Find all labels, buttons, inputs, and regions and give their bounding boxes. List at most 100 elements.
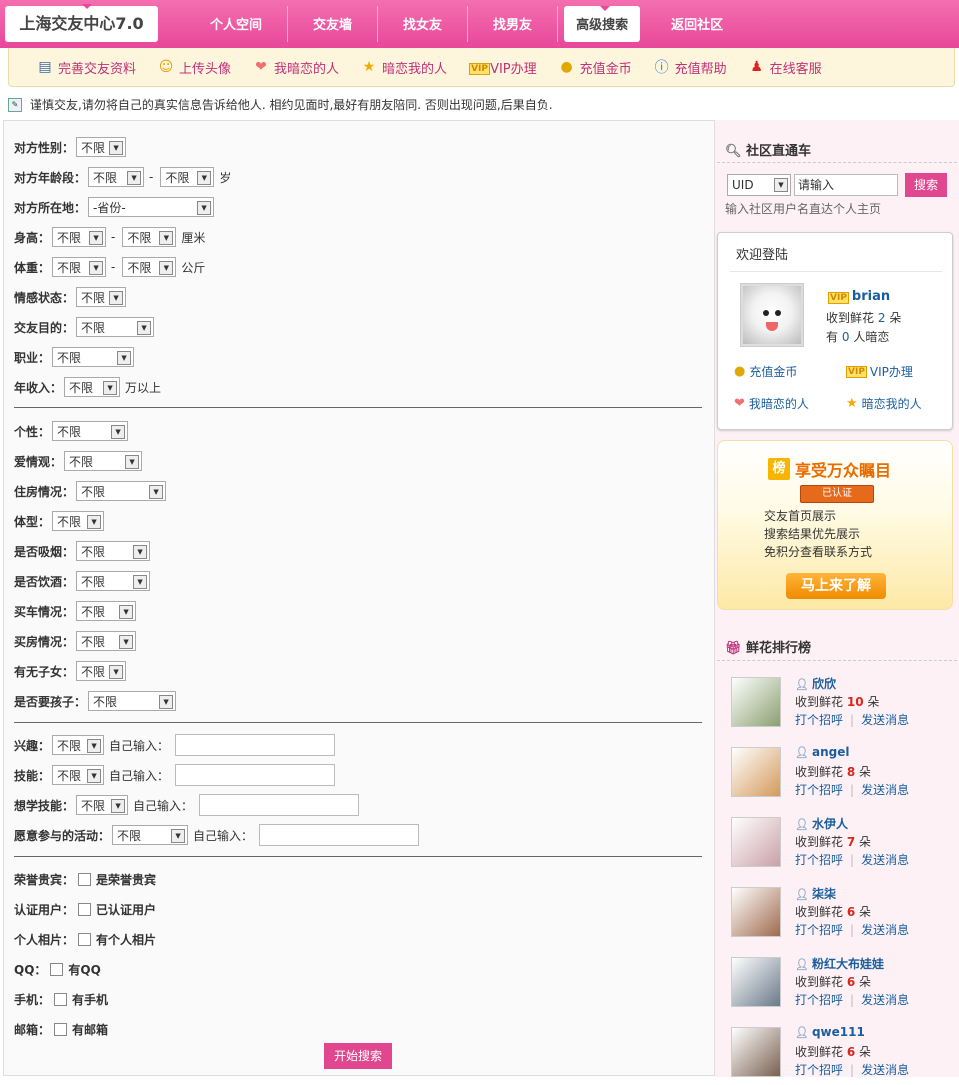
subnav-my-crushes[interactable]: ❤ 我暗恋的人 (253, 58, 339, 77)
person-icon: 👤︎ (795, 678, 809, 691)
message-link[interactable]: 发送消息 (861, 783, 909, 797)
subnav-upload-avatar[interactable]: ☺ 上传头像 (158, 58, 231, 77)
learn-custom-input[interactable] (199, 794, 360, 816)
subnav-recharge-help[interactable]: ⓘ 充值帮助 (654, 57, 727, 77)
nav-advanced-search[interactable]: 高级搜索 (564, 6, 641, 42)
row-job: 职业： 不限 (14, 346, 135, 368)
uid-input[interactable]: 请输入 (794, 174, 898, 196)
subnav-complete-profile[interactable]: ▤ 完善交友资料 (37, 58, 136, 77)
weight-to-select[interactable]: 不限 (122, 257, 177, 277)
uid-search-button[interactable]: 搜索 (905, 173, 947, 197)
nav-personal-space[interactable]: 个人空间 (185, 6, 289, 42)
purpose-select[interactable]: 不限 (76, 317, 155, 337)
province-select[interactable]: -省份- (88, 197, 215, 217)
activity-select[interactable]: 不限 (112, 825, 189, 845)
rank-name[interactable]: 👤︎ 粉红大布娃娃 (795, 955, 884, 972)
want-child-select[interactable]: 不限 (88, 691, 177, 711)
nav-find-girlfriend[interactable]: 找女友 (378, 6, 469, 42)
app-logo[interactable]: 上海交友中心7.0 (5, 4, 158, 42)
age-from-select[interactable]: 不限 (88, 167, 145, 187)
message-link[interactable]: 发送消息 (861, 853, 909, 867)
username[interactable]: VIP brian (828, 289, 890, 304)
smoke-select[interactable]: 不限 (76, 541, 151, 561)
rank-name[interactable]: 👤︎ angel (795, 745, 849, 759)
housing-select[interactable]: 不限 (76, 481, 167, 501)
rank-photo[interactable] (731, 677, 781, 727)
message-link[interactable]: 发送消息 (861, 923, 909, 937)
uid-type-select[interactable]: UID (727, 174, 791, 196)
mobile-checkbox[interactable] (54, 992, 68, 1006)
personality-select[interactable]: 不限 (52, 421, 129, 441)
honor-checkbox[interactable] (78, 872, 92, 886)
row-body: 体型： 不限 (14, 510, 105, 532)
main-nav: 个人空间 交友墙 找女友 找男友 高级搜索 返回社区 (185, 6, 748, 42)
learn-select[interactable]: 不限 (76, 795, 129, 815)
subnav-crushes-on-me[interactable]: ★ 暗恋我的人 (361, 58, 447, 77)
rank-name[interactable]: 👤︎ 水伊人 (795, 815, 848, 832)
message-link[interactable]: 发送消息 (861, 713, 909, 727)
interest-custom-input[interactable] (175, 734, 336, 756)
email-checkbox[interactable] (54, 1022, 68, 1036)
rank-name[interactable]: 👤︎ 柒柒 (795, 885, 836, 902)
rank-name[interactable]: 👤︎ qwe111 (795, 1025, 865, 1039)
link-recharge-coins[interactable]: ● 充值金币 (734, 363, 797, 380)
nav-friend-wall[interactable]: 交友墙 (288, 6, 379, 42)
divider (717, 162, 957, 163)
body-select[interactable]: 不限 (52, 511, 105, 531)
greet-link[interactable]: 打个招呼 (795, 993, 843, 1007)
user-crushes: 有 0 人暗恋 (826, 330, 890, 344)
row-activity: 愿意参与的活动： 不限 自己输入： (14, 824, 420, 846)
learn-more-button[interactable]: 马上来了解 (786, 573, 886, 599)
skill-custom-input[interactable] (175, 764, 336, 786)
info-icon: ⓘ (654, 60, 669, 76)
profile-card-icon: ▤ (38, 59, 52, 75)
link-crushes-on-me[interactable]: ★ 暗恋我的人 (846, 395, 922, 412)
skill-select[interactable]: 不限 (52, 765, 105, 785)
verified-checkbox[interactable] (78, 902, 92, 916)
house-buy-select[interactable]: 不限 (76, 631, 137, 651)
greet-link[interactable]: 打个招呼 (795, 783, 843, 797)
rank-photo[interactable] (731, 957, 781, 1007)
notice-icon: ✎ (8, 97, 22, 112)
drink-select[interactable]: 不限 (76, 571, 151, 591)
interest-select[interactable]: 不限 (52, 735, 105, 755)
rank-photo[interactable] (731, 1027, 781, 1077)
gender-select[interactable]: 不限 (76, 137, 127, 157)
height-from-select[interactable]: 不限 (52, 227, 107, 247)
activity-custom-input[interactable] (259, 824, 420, 846)
height-to-select[interactable]: 不限 (122, 227, 177, 247)
start-search-button[interactable]: 开始搜索 (324, 1043, 392, 1069)
photo-checkbox[interactable] (78, 932, 92, 946)
message-link[interactable]: 发送消息 (861, 1063, 909, 1077)
nav-back-community[interactable]: 返回社区 (646, 6, 748, 42)
link-vip[interactable]: VIP VIP办理 (846, 363, 913, 380)
greet-link[interactable]: 打个招呼 (795, 923, 843, 937)
greet-link[interactable]: 打个招呼 (795, 713, 843, 727)
car-select[interactable]: 不限 (76, 601, 137, 621)
greet-link[interactable]: 打个招呼 (795, 1063, 843, 1077)
subnav-recharge-coins[interactable]: ● 充值金币 (559, 58, 632, 77)
rank-photo[interactable] (731, 817, 781, 867)
subnav-vip[interactable]: VIP VIP办理 (469, 58, 537, 77)
row-want-child: 是否要孩子： 不限 (14, 690, 177, 712)
rank-actions: 打个招呼 | 发送消息 (795, 1063, 910, 1077)
subnav-online-support[interactable]: ♟ 在线客服 (749, 58, 821, 77)
children-select[interactable]: 不限 (76, 661, 127, 681)
qq-checkbox[interactable] (50, 962, 64, 976)
rank-photo[interactable] (731, 747, 781, 797)
marital-select[interactable]: 不限 (76, 287, 127, 307)
rank-photo[interactable] (731, 887, 781, 937)
rank-item: 👤︎ 粉红大布娃娃 收到鲜花 6 朵打个招呼 | 发送消息 (731, 955, 951, 1015)
row-location: 对方所在地： -省份- (14, 196, 215, 218)
link-my-crushes[interactable]: ❤ 我暗恋的人 (734, 395, 809, 412)
income-select[interactable]: 不限 (64, 377, 121, 397)
rank-name[interactable]: 👤︎ 欣欣 (795, 675, 836, 692)
message-link[interactable]: 发送消息 (861, 993, 909, 1007)
job-select[interactable]: 不限 (52, 347, 135, 367)
nav-find-boyfriend[interactable]: 找男友 (468, 6, 559, 42)
weight-from-select[interactable]: 不限 (52, 257, 107, 277)
avatar[interactable] (740, 283, 804, 347)
greet-link[interactable]: 打个招呼 (795, 853, 843, 867)
age-to-select[interactable]: 不限 (160, 167, 215, 187)
love-view-select[interactable]: 不限 (64, 451, 143, 471)
